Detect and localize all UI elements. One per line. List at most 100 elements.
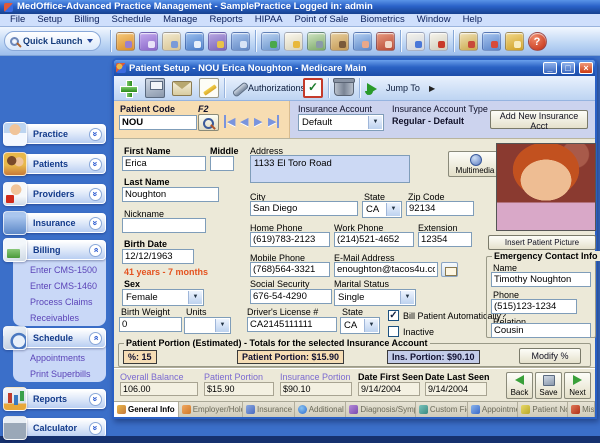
nav-previous-button[interactable]: ◀ bbox=[240, 115, 248, 128]
state-select[interactable]: CA bbox=[362, 201, 402, 218]
patient-demographics-icon[interactable] bbox=[376, 32, 395, 51]
maximize-button[interactable]: □ bbox=[561, 62, 575, 74]
add-patient-button[interactable] bbox=[118, 78, 138, 98]
nav-first-button[interactable]: ◀ bbox=[224, 115, 235, 128]
zip-code-input[interactable] bbox=[406, 201, 474, 216]
expand-chevron-icon[interactable]: » bbox=[89, 393, 102, 406]
sidebar-link-print-superbills[interactable]: Print Superbills bbox=[13, 366, 106, 382]
delete-button[interactable] bbox=[334, 80, 354, 96]
sidebar-link-enter-cms-1460[interactable]: Enter CMS-1460 bbox=[13, 278, 106, 294]
wrench-icon[interactable] bbox=[229, 78, 249, 98]
point-of-sale-icon[interactable] bbox=[482, 32, 501, 51]
address-input[interactable]: 1133 El Toro Road bbox=[250, 155, 410, 183]
fee-schedules-icon[interactable] bbox=[307, 32, 326, 51]
graphs-reports-icon[interactable] bbox=[459, 32, 478, 51]
patient-search-button[interactable] bbox=[198, 114, 219, 131]
menu-file[interactable]: File bbox=[5, 14, 30, 26]
tab-custom-fields[interactable]: Custom Fields bbox=[416, 402, 468, 417]
tab-employer-hold-info[interactable]: Employer/Hold Info bbox=[179, 402, 243, 417]
help-icon[interactable]: ? bbox=[528, 32, 547, 51]
social-security-input[interactable] bbox=[250, 289, 332, 304]
birth-date-input[interactable] bbox=[122, 249, 194, 264]
eligibility-icon[interactable] bbox=[353, 32, 372, 51]
tab-insurance-info[interactable]: Insurance Info bbox=[243, 402, 295, 417]
nav-last-button[interactable]: ▶ bbox=[268, 115, 279, 128]
lock-icon[interactable] bbox=[505, 32, 524, 51]
patient-folders-icon[interactable] bbox=[330, 32, 349, 51]
bill-auto-checkbox[interactable]: ✓ bbox=[388, 310, 399, 321]
work-phone-input[interactable] bbox=[334, 232, 414, 247]
marital-status-select[interactable]: Single bbox=[334, 289, 416, 306]
jump-arrow-icon[interactable] bbox=[365, 78, 385, 98]
menu-hipaa[interactable]: HIPAA bbox=[250, 14, 288, 26]
insert-patient-picture-button[interactable]: Insert Patient Picture bbox=[488, 235, 596, 250]
jump-to-caret-icon[interactable]: ▶ bbox=[429, 84, 435, 93]
appointment-scheduler-icon[interactable] bbox=[429, 32, 448, 51]
back-button[interactable]: Back bbox=[506, 372, 533, 399]
menu-reports[interactable]: Reports bbox=[204, 14, 247, 26]
expand-chevron-icon[interactable]: » bbox=[89, 422, 102, 435]
city-input[interactable] bbox=[250, 201, 358, 216]
practice-setup-icon[interactable] bbox=[185, 32, 204, 51]
middle-input[interactable] bbox=[210, 156, 234, 171]
collapse-chevron-icon[interactable]: » bbox=[89, 244, 102, 257]
modify-percent-button[interactable]: Modify % bbox=[519, 348, 581, 364]
sidebar-link-enter-cms-1500[interactable]: Enter CMS-1500 bbox=[13, 262, 106, 278]
add-new-insurance-acct-button[interactable]: Add New Insurance Acct bbox=[490, 110, 588, 129]
expand-chevron-icon[interactable]: » bbox=[89, 128, 102, 141]
nav-next-button[interactable]: ▶ bbox=[254, 115, 262, 128]
insurance-account-select[interactable]: Default bbox=[298, 114, 384, 131]
quick-launch-button[interactable]: Quick Launch bbox=[4, 31, 101, 51]
tab-additional-info[interactable]: Additional Info bbox=[295, 402, 347, 417]
expand-chevron-icon[interactable]: » bbox=[89, 217, 102, 230]
menu-help[interactable]: Help bbox=[458, 14, 488, 26]
drivers-license-input[interactable] bbox=[247, 317, 337, 332]
birth-weight-input[interactable] bbox=[119, 317, 182, 332]
save-button[interactable]: Save bbox=[535, 372, 562, 399]
enter-charges-icon[interactable] bbox=[284, 32, 303, 51]
patient-code-input[interactable] bbox=[119, 115, 197, 130]
tab-patient-notes[interactable]: Patient Notes bbox=[518, 402, 568, 417]
menu-setup[interactable]: Setup bbox=[32, 14, 67, 26]
menu-window[interactable]: Window bbox=[412, 14, 456, 26]
multimedia-button[interactable]: Multimedia bbox=[448, 151, 502, 177]
menu-point-of-sale[interactable]: Point of Sale bbox=[290, 14, 354, 26]
tab-general-info[interactable]: General Info bbox=[114, 402, 179, 417]
sidebar-link-process-claims[interactable]: Process Claims bbox=[13, 294, 106, 310]
tab-misc[interactable]: Misc bbox=[568, 402, 595, 417]
close-button[interactable]: × bbox=[579, 62, 593, 74]
menu-billing[interactable]: Billing bbox=[69, 14, 104, 26]
icd-codes-icon[interactable] bbox=[139, 32, 158, 51]
mobile-phone-input[interactable] bbox=[250, 262, 330, 277]
email-compose-button[interactable] bbox=[441, 262, 458, 277]
license-state-select[interactable]: CA bbox=[340, 317, 380, 334]
cpt-codes-icon[interactable] bbox=[116, 32, 135, 51]
home-phone-input[interactable] bbox=[250, 232, 330, 247]
minimize-button[interactable]: _ bbox=[543, 62, 557, 74]
tab-appointments[interactable]: Appointments bbox=[468, 402, 518, 417]
emergency-phone-input[interactable] bbox=[491, 299, 577, 314]
last-name-input[interactable] bbox=[122, 187, 219, 202]
facilities-icon[interactable] bbox=[231, 32, 250, 51]
menu-manage[interactable]: Manage bbox=[158, 14, 202, 26]
transmit-claims-icon[interactable] bbox=[261, 32, 280, 51]
menu-biometrics[interactable]: Biometrics bbox=[355, 14, 409, 26]
authorizations-button[interactable]: Authorizations bbox=[248, 83, 305, 93]
extension-input[interactable] bbox=[418, 232, 472, 247]
sex-select[interactable]: Female bbox=[122, 289, 204, 306]
inactive-checkbox[interactable] bbox=[388, 326, 399, 337]
first-name-input[interactable] bbox=[122, 156, 206, 171]
security-keys-icon[interactable] bbox=[208, 32, 227, 51]
next-button[interactable]: Next bbox=[564, 372, 591, 399]
save-icon-button[interactable] bbox=[145, 78, 165, 98]
report-scheduler-icon[interactable] bbox=[406, 32, 425, 51]
collapse-chevron-icon[interactable]: » bbox=[89, 332, 102, 345]
tasks-clipboard-button[interactable]: ✓ bbox=[303, 78, 323, 98]
emergency-name-input[interactable] bbox=[491, 272, 591, 287]
units-select[interactable] bbox=[184, 317, 231, 334]
provider-info-icon[interactable] bbox=[162, 32, 181, 51]
emergency-relation-input[interactable] bbox=[491, 323, 591, 338]
nickname-input[interactable] bbox=[122, 218, 206, 233]
edit-button[interactable] bbox=[199, 78, 219, 98]
menu-schedule[interactable]: Schedule bbox=[107, 14, 157, 26]
